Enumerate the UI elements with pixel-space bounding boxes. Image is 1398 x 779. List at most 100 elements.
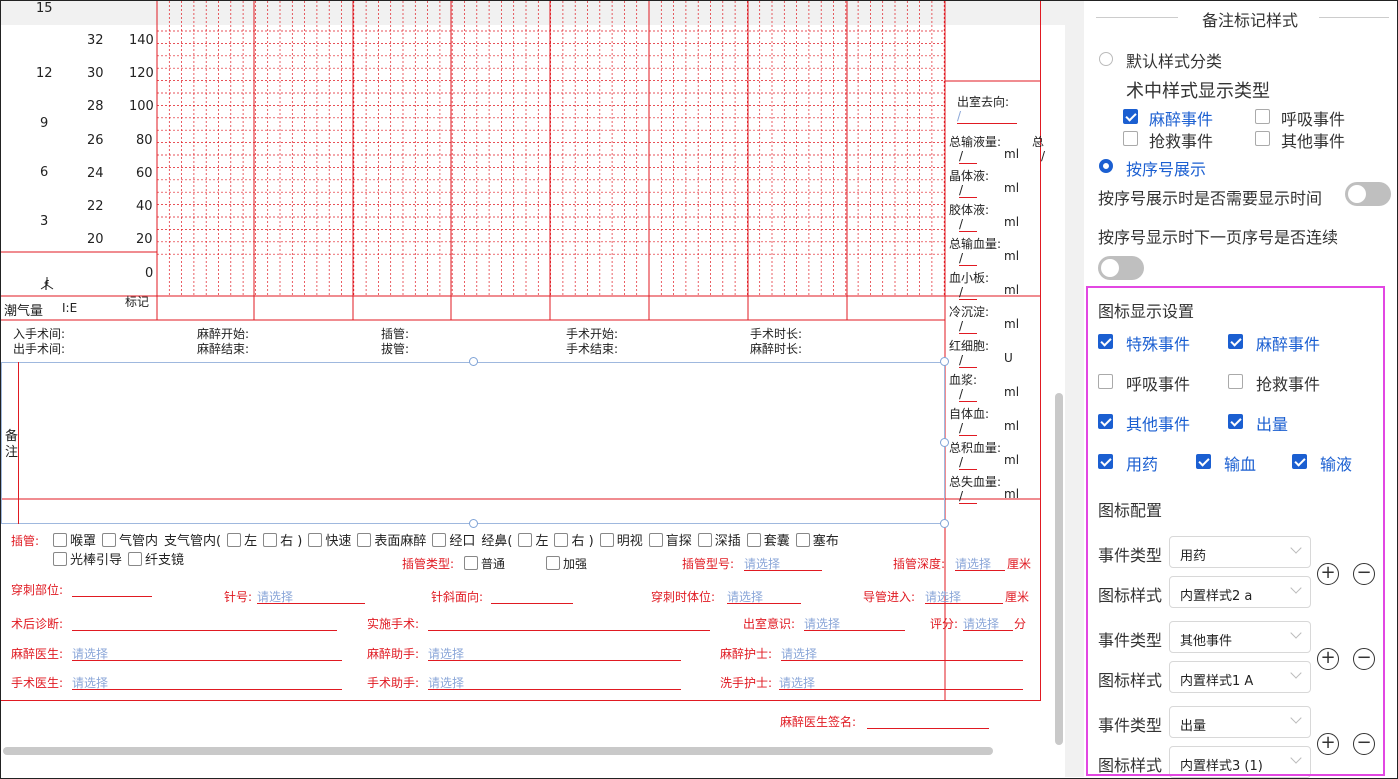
fluid-label-8: 自体血: bbox=[949, 407, 990, 421]
fluid-value-8[interactable]: / bbox=[959, 421, 977, 436]
intub-row1-option-7[interactable]: 经口 bbox=[432, 533, 475, 549]
axis-col1-3: 6 bbox=[40, 165, 49, 180]
resize-handle-br[interactable] bbox=[940, 519, 949, 528]
position-label: 穿刺时体位: bbox=[651, 590, 716, 604]
fluid-value-1[interactable]: / bbox=[959, 183, 977, 198]
fluid-value-6[interactable]: / bbox=[959, 353, 977, 368]
title-divider-left bbox=[1096, 17, 1178, 18]
bevel-label: 针斜面向: bbox=[431, 590, 484, 604]
tube-model-select[interactable]: 请选择 bbox=[744, 555, 822, 571]
remarks-divider bbox=[18, 362, 19, 524]
tube-depth-select[interactable]: 请选择 bbox=[955, 555, 1005, 571]
type-check-anesthesia[interactable] bbox=[1123, 109, 1138, 124]
fluid-value-0[interactable]: / bbox=[959, 149, 977, 164]
fluid-unit-4: ml bbox=[1004, 283, 1020, 297]
anes-assistant-select[interactable]: 请选择 bbox=[428, 645, 681, 661]
axis-col2-0: 32 bbox=[87, 33, 104, 48]
default-style-radio[interactable] bbox=[1099, 52, 1113, 66]
axis-col2-5: 22 bbox=[87, 199, 104, 214]
intub-row1-option-4[interactable]: 右 ) bbox=[263, 533, 302, 549]
intub-row1-option-1[interactable]: 气管内 bbox=[102, 533, 158, 549]
intub-row2-option-1[interactable]: 纤支镜 bbox=[128, 552, 184, 568]
type-option-reinforced[interactable]: 加强 bbox=[546, 555, 587, 572]
intub-row1-option-14[interactable]: 套囊 bbox=[746, 533, 790, 549]
resize-handle-tr[interactable] bbox=[940, 357, 949, 366]
fluid-value-10[interactable]: / bbox=[959, 489, 977, 504]
procedure-field[interactable] bbox=[428, 615, 710, 631]
horizontal-scrollbar[interactable] bbox=[3, 747, 993, 755]
signature-field[interactable] bbox=[867, 713, 989, 729]
intubation-options-row1: 喉罩 气管内 支气管内(左右 ) 快速 表面麻醉 经口 经鼻(左右 ) 明视 盲探 深插 套囊 塞布 bbox=[53, 530, 845, 549]
puncture-site-field[interactable] bbox=[72, 581, 152, 597]
intub-row1-option-10[interactable]: 右 ) bbox=[554, 533, 594, 549]
fluid-unit-0: ml bbox=[1004, 147, 1020, 161]
axis-col3-1: 120 bbox=[129, 66, 154, 81]
resize-handle-top[interactable] bbox=[469, 357, 478, 366]
exit-direction-value[interactable]: / bbox=[957, 109, 1017, 124]
fluid-value-9[interactable]: / bbox=[959, 455, 977, 470]
total-cut-label: 总 bbox=[1032, 135, 1045, 149]
default-style-label[interactable]: 默认样式分类 bbox=[1126, 48, 1222, 72]
intub-row1-option-5[interactable]: 快速 bbox=[308, 533, 351, 549]
resize-handle-bottom[interactable] bbox=[469, 519, 478, 528]
fluid-unit-5: ml bbox=[1004, 317, 1020, 331]
needle-select[interactable]: 请选择 bbox=[257, 588, 365, 604]
intub-row1-option-11[interactable]: 明视 bbox=[599, 533, 643, 549]
fluid-value-5[interactable]: / bbox=[959, 319, 977, 334]
position-select[interactable]: 请选择 bbox=[727, 588, 801, 604]
by-sequence-radio[interactable] bbox=[1099, 159, 1113, 173]
surg-assistant-select[interactable]: 请选择 bbox=[428, 674, 681, 690]
anesthetist-label: 麻醉医生: bbox=[11, 647, 64, 661]
remarks-box[interactable] bbox=[1, 362, 945, 524]
bevel-field[interactable] bbox=[491, 588, 573, 604]
intub-row1-option-3[interactable]: 左 bbox=[227, 533, 257, 549]
surgeon-select[interactable]: 请选择 bbox=[72, 674, 342, 690]
fluid-value-3[interactable]: / bbox=[959, 251, 977, 266]
type-check-respiratory[interactable] bbox=[1255, 109, 1270, 124]
intub-row1-option-15[interactable]: 塞布 bbox=[795, 533, 839, 549]
intub-row1-option-13[interactable]: 深插 bbox=[697, 533, 741, 549]
intub-row1-option-8[interactable]: 经鼻( bbox=[481, 534, 512, 549]
type-option-normal[interactable]: 普通 bbox=[464, 555, 505, 572]
consciousness-select[interactable]: 请选择 bbox=[804, 615, 905, 631]
anes-nurse-select[interactable]: 请选择 bbox=[781, 645, 1023, 661]
intraop-type-label: 术中样式显示类型 bbox=[1126, 81, 1270, 102]
axis-col2-6: 20 bbox=[87, 232, 104, 247]
catheter-select[interactable]: 请选择 bbox=[925, 588, 1003, 604]
fluid-label-3: 总输血量: bbox=[949, 237, 1002, 251]
intub-row1-option-12[interactable]: 盲探 bbox=[648, 533, 692, 549]
resize-handle-right[interactable] bbox=[940, 438, 949, 447]
scrub-nurse-select[interactable]: 请选择 bbox=[779, 674, 1023, 690]
show-time-toggle[interactable] bbox=[1345, 182, 1391, 206]
type-check-rescue[interactable] bbox=[1123, 131, 1138, 146]
intub-row2-option-0[interactable]: 光棒引导 bbox=[53, 552, 122, 568]
fluid-unit-1: ml bbox=[1004, 181, 1020, 195]
fluid-unit-2: ml bbox=[1004, 215, 1020, 229]
intub-row1-option-9[interactable]: 左 bbox=[518, 533, 548, 549]
by-sequence-label[interactable]: 按序号展示 bbox=[1126, 156, 1206, 180]
tidal-volume-label: 潮气量 bbox=[4, 304, 44, 319]
fluid-value-4[interactable]: / bbox=[959, 285, 977, 300]
fluid-value-2[interactable]: / bbox=[959, 217, 977, 232]
intub-row1-option-0[interactable]: 喉罩 bbox=[53, 533, 96, 549]
axis-col3-7: 0 bbox=[145, 266, 154, 281]
intub-row1-option-6[interactable]: 表面麻醉 bbox=[357, 533, 426, 549]
intub-row1-option-2[interactable]: 支气管内( bbox=[164, 534, 221, 549]
axis-col2-4: 24 bbox=[87, 166, 104, 181]
anes-end-time: 麻醉结束: bbox=[197, 342, 250, 356]
intubation-label: 插管: bbox=[11, 534, 40, 548]
continue-toggle[interactable] bbox=[1098, 256, 1144, 280]
anesthetist-select[interactable]: 请选择 bbox=[72, 645, 342, 661]
postop-dx-field[interactable] bbox=[72, 615, 337, 631]
type-check-respiratory-label: 呼吸事件 bbox=[1281, 110, 1346, 129]
exit-direction-label: 出室去向: bbox=[957, 95, 1010, 109]
fluid-unit-6: U bbox=[1004, 351, 1013, 365]
type-check-other[interactable] bbox=[1255, 131, 1270, 146]
fluid-value-7[interactable]: / bbox=[959, 387, 977, 402]
out-room-time: 出手术间: bbox=[13, 342, 66, 356]
fluid-label-1: 晶体液: bbox=[949, 169, 990, 183]
score-select[interactable]: 请选择 bbox=[963, 615, 1013, 631]
f-label: f bbox=[44, 279, 49, 294]
procedure-label: 实施手术: bbox=[367, 617, 420, 631]
vertical-scrollbar[interactable] bbox=[1055, 393, 1063, 745]
